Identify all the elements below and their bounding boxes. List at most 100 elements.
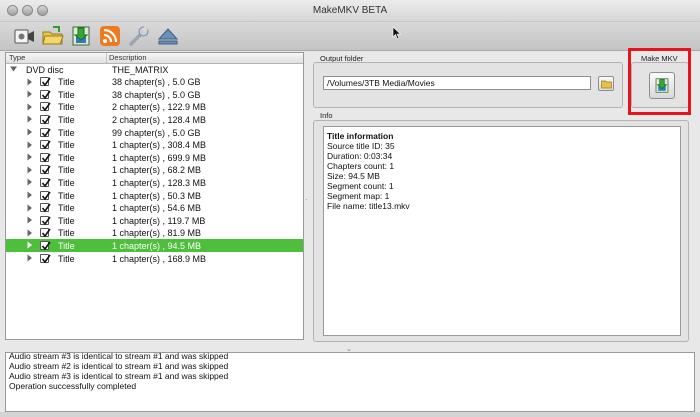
checkmark-icon: [41, 203, 51, 213]
open-dvd-icon: [14, 29, 34, 44]
title-checkbox[interactable]: [40, 165, 51, 175]
tree-row-title[interactable]: Title 1 chapter(s) , 50.3 MB: [6, 189, 303, 202]
expand-arrow-icon[interactable]: [26, 216, 33, 224]
expand-arrow-icon[interactable]: [26, 90, 33, 98]
checkmark-icon: [41, 216, 51, 225]
tree-row-description: 2 chapter(s) , 122.9 MB: [112, 102, 207, 113]
browse-folder-button[interactable]: [598, 76, 614, 91]
tree-row-title[interactable]: Title 38 chapter(s) , 5.0 GB: [6, 76, 303, 89]
title-checkbox[interactable]: [40, 127, 51, 137]
title-checkbox[interactable]: [40, 190, 51, 200]
tree-row-title[interactable]: Title 1 chapter(s) , 81.9 MB: [6, 227, 303, 240]
log-line: Operation successfully completed: [9, 381, 137, 391]
tree-row-description: 99 chapter(s) , 5.0 GB: [112, 127, 201, 138]
checkmark-icon: [41, 90, 51, 99]
expand-arrow-icon[interactable]: [26, 254, 33, 262]
title-checkbox[interactable]: [40, 228, 51, 238]
tree-row-label: Title: [58, 190, 75, 201]
tree-row-label: Title: [58, 89, 75, 100]
mouse-pointer-icon: [392, 26, 402, 40]
log-output[interactable]: Audio stream #3 is identical to stream #…: [5, 352, 695, 412]
tree-row-title[interactable]: Title 1 chapter(s) , 119.7 MB: [6, 214, 303, 227]
title-checkbox[interactable]: [40, 114, 51, 125]
tree-row-title[interactable]: Title 1 chapter(s) , 94.5 MB: [6, 239, 303, 252]
tree-row-title[interactable]: Title 1 chapter(s) , 699.9 MB: [6, 151, 303, 164]
make-mkv-group: [631, 62, 689, 108]
expand-arrow-icon[interactable]: [26, 191, 33, 199]
eject-button[interactable]: [156, 24, 180, 48]
expand-arrow-icon[interactable]: [26, 153, 33, 161]
expand-arrow-icon[interactable]: [26, 229, 33, 237]
tree-row-label: Title: [58, 253, 75, 264]
open-files-button[interactable]: [41, 24, 65, 48]
checkmark-icon: [41, 178, 51, 188]
column-header-description[interactable]: Description: [106, 53, 147, 63]
info-line: Size: 94.5 MB: [327, 171, 380, 181]
make-mkv-toolbar-button[interactable]: [69, 24, 93, 48]
folder-icon: [601, 80, 612, 89]
vertical-splitter[interactable]: ·: [305, 195, 308, 204]
checkmark-icon: [41, 102, 51, 112]
log-line: Audio stream #3 is identical to stream #…: [9, 371, 229, 381]
title-checkbox[interactable]: [40, 102, 51, 112]
expand-arrow-icon[interactable]: [26, 128, 33, 136]
title-checkbox[interactable]: [40, 152, 51, 162]
info-line: File name: title13.mkv: [327, 201, 410, 211]
title-checkbox[interactable]: [40, 77, 51, 87]
expand-arrow-icon[interactable]: [26, 166, 33, 174]
tree-row-title[interactable]: Title 1 chapter(s) , 128.3 MB: [6, 176, 303, 189]
tree-row-title[interactable]: Title 1 chapter(s) , 54.6 MB: [6, 202, 303, 215]
tree-root-dvd-disc[interactable]: DVD disc THE_MATRIX: [6, 63, 303, 76]
tree-row-title[interactable]: Title 99 chapter(s) , 5.0 GB: [6, 126, 303, 139]
expand-arrow-icon[interactable]: [26, 241, 33, 249]
checkmark-icon: [41, 140, 51, 150]
title-checkbox[interactable]: [40, 140, 51, 150]
checkmark-icon: [41, 153, 51, 162]
expand-arrow-icon[interactable]: [26, 141, 33, 149]
info-title: Info: [320, 111, 333, 120]
open-dvd-button[interactable]: [12, 24, 36, 48]
title-tree[interactable]: Type Description DVD disc THE_MATRIX Tit…: [5, 52, 304, 340]
tree-row-title[interactable]: Title 1 chapter(s) , 168.9 MB: [6, 252, 303, 265]
preferences-button[interactable]: [127, 24, 151, 48]
title-checkbox[interactable]: [40, 215, 51, 225]
info-line: Segment map: 1: [327, 191, 390, 201]
output-folder-group: [313, 62, 623, 108]
info-line: Source title ID: 35: [327, 141, 395, 151]
expand-arrow-icon[interactable]: [10, 65, 17, 73]
tree-row-label: Title: [58, 102, 75, 113]
expand-arrow-icon[interactable]: [26, 78, 33, 86]
tree-row-label: Title: [58, 165, 75, 176]
log-line: Audio stream #2 is identical to stream #…: [9, 361, 229, 371]
title-checkbox[interactable]: [40, 253, 51, 263]
column-header-type[interactable]: Type: [9, 53, 25, 62]
tree-row-description: 38 chapter(s) , 5.0 GB: [112, 77, 201, 88]
tree-row-title[interactable]: Title 1 chapter(s) , 68.2 MB: [6, 164, 303, 177]
tree-row-description: 1 chapter(s) , 54.6 MB: [112, 203, 202, 214]
checkmark-icon: [41, 191, 51, 200]
tree-row-label: Title: [58, 152, 75, 163]
stream-button[interactable]: [98, 24, 122, 48]
title-checkbox[interactable]: [40, 89, 51, 99]
info-group: Title information Source title ID: 35 Dur…: [313, 120, 689, 342]
tree-row-title[interactable]: Title 2 chapter(s) , 122.9 MB: [6, 101, 303, 114]
tree-row-label: Title: [58, 215, 75, 226]
title-checkbox[interactable]: [40, 203, 51, 213]
expand-arrow-icon[interactable]: [26, 204, 33, 212]
tree-row-title[interactable]: Title 2 chapter(s) , 128.4 MB: [6, 113, 303, 126]
tree-row-description: 2 chapter(s) , 128.4 MB: [112, 114, 207, 125]
title-checkbox[interactable]: [40, 240, 51, 251]
info-line: Chapters count: 1: [327, 161, 395, 171]
tree-row-title[interactable]: Title 38 chapter(s) , 5.0 GB: [6, 88, 303, 101]
output-folder-input[interactable]: [323, 76, 591, 90]
tree-row-label: Title: [58, 177, 75, 188]
log-line: Audio stream #3 is identical to stream #…: [9, 352, 229, 361]
expand-arrow-icon[interactable]: [26, 178, 33, 186]
tree-row-label: Title: [58, 77, 75, 88]
title-checkbox[interactable]: [40, 177, 51, 188]
tree-row-title[interactable]: Title 1 chapter(s) , 308.4 MB: [6, 139, 303, 152]
expand-arrow-icon[interactable]: [26, 115, 33, 123]
expand-arrow-icon[interactable]: [26, 103, 33, 111]
make-mkv-button[interactable]: [649, 72, 675, 99]
tree-row-label: Title: [58, 114, 75, 125]
